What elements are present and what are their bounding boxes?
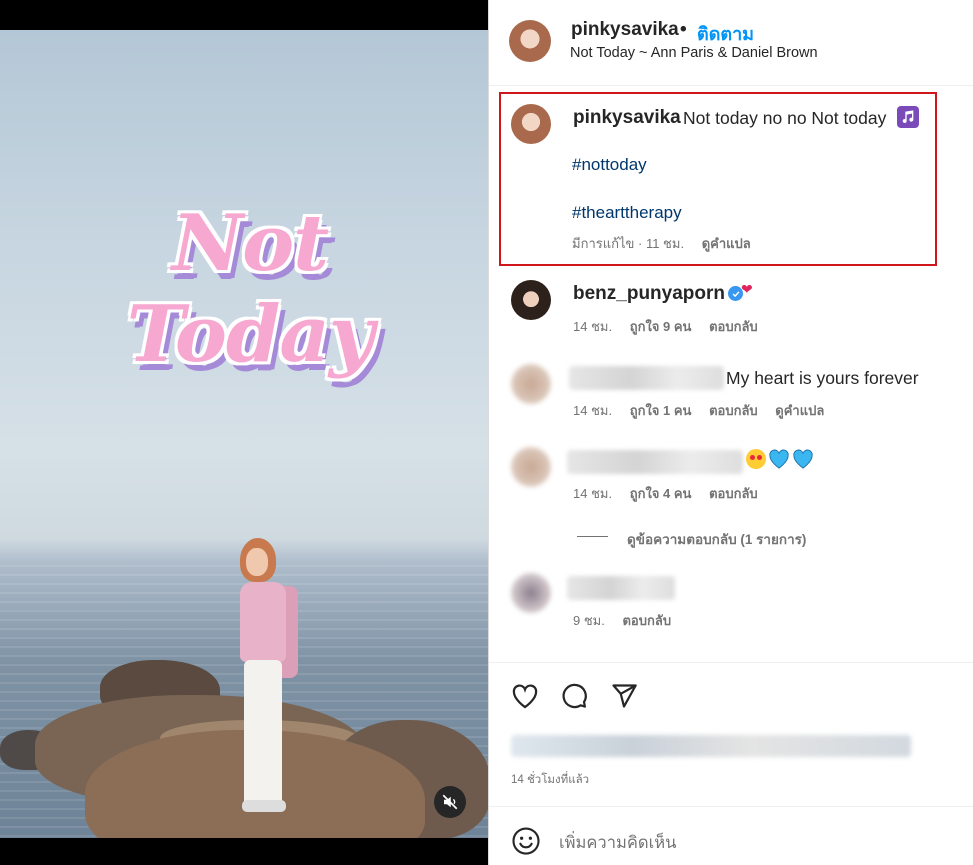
audio-track-link[interactable]: Not Today ~ Ann Paris & Daniel Brown: [570, 45, 818, 61]
comment-avatar[interactable]: [511, 447, 551, 487]
caption-edited-time: มีการแก้ไข · 11 ชม.: [572, 236, 685, 251]
smiley-icon: [512, 827, 540, 855]
actions-divider: [489, 662, 973, 663]
red-heart-icon: ❤: [741, 281, 753, 297]
header-divider: [489, 85, 973, 86]
video-title-overlay: Not Today: [126, 198, 375, 380]
reply-button[interactable]: ตอบกลับ: [709, 319, 758, 334]
speaker-muted-icon: [442, 794, 458, 810]
comment-avatar[interactable]: [511, 364, 551, 404]
comment-meta: 14 ชม. ถูกใจ 1 คน ตอบกลับ ดูคำแปล: [573, 400, 838, 421]
post-time: 14 ชั่วโมงที่แล้ว: [511, 774, 590, 786]
caption-avatar[interactable]: [511, 104, 551, 144]
share-button[interactable]: [609, 681, 639, 711]
reply-button[interactable]: ตอบกลับ: [709, 486, 758, 501]
comment-emoji: [746, 449, 814, 469]
blurred-username[interactable]: [567, 450, 743, 474]
comment-time: 14 ชม.: [573, 319, 613, 334]
blue-heart-icon: [793, 449, 813, 469]
comment-button[interactable]: [559, 681, 589, 711]
heart-eyes-emoji-icon: [746, 449, 766, 469]
heart-icon: [512, 684, 538, 709]
comment-time: 14 ชม.: [573, 486, 613, 501]
comment-likes[interactable]: ถูกใจ 1 คน: [630, 403, 692, 418]
video-frame: Not Today: [0, 30, 488, 838]
reply-button[interactable]: ตอบกลับ: [709, 403, 758, 418]
blue-heart-icon: [769, 449, 789, 469]
comment-input[interactable]: เพิ่มความคิดเห็น: [559, 830, 676, 856]
post-viewer: Not Today pinkysavika • ติดตาม Not Today…: [0, 0, 973, 865]
reply-button[interactable]: ตอบกลับ: [622, 613, 671, 628]
comment-likes[interactable]: ถูกใจ 9 คน: [630, 319, 692, 334]
follow-button[interactable]: ติดตาม: [697, 19, 754, 48]
caption-text: Not today no no Not today: [683, 108, 887, 128]
hashtag-link[interactable]: #nottoday: [572, 155, 647, 175]
comment-icon: [562, 683, 587, 709]
hashtag-link[interactable]: #thearttherapy: [572, 203, 682, 223]
translate-link[interactable]: ดูคำแปล: [702, 236, 751, 251]
mute-button[interactable]: [434, 786, 466, 818]
comment-text: My heart is yours forever: [726, 368, 919, 388]
comment-username[interactable]: benz_punyaporn: [573, 283, 725, 305]
author-username[interactable]: pinkysavika: [571, 19, 679, 41]
music-notes-icon: [897, 106, 919, 128]
translate-link[interactable]: ดูคำแปล: [775, 403, 824, 418]
comment-time: 9 ชม.: [573, 613, 605, 628]
comment-avatar[interactable]: [511, 573, 551, 613]
comment-likes[interactable]: ถูกใจ 4 คน: [630, 486, 692, 501]
like-button[interactable]: [510, 681, 540, 711]
comment-time: 14 ชม.: [573, 403, 613, 418]
replies-divider: [577, 536, 608, 537]
likes-summary[interactable]: [511, 735, 911, 757]
post-panel: pinkysavika • ติดตาม Not Today ~ Ann Par…: [488, 0, 973, 865]
comment-meta: 9 ชม. ตอบกลับ: [573, 610, 685, 631]
header-separator: •: [680, 19, 687, 40]
caption-username[interactable]: pinkysavika: [573, 107, 681, 129]
view-replies-button[interactable]: ดูข้อความตอบกลับ (1 รายการ): [627, 528, 806, 550]
woman-figure: [228, 538, 298, 818]
post-media[interactable]: Not Today: [0, 0, 488, 865]
comment-meta: 14 ชม. ถูกใจ 9 คน ตอบกลับ: [573, 316, 772, 337]
blurred-username[interactable]: [569, 366, 724, 390]
caption-meta: มีการแก้ไข · 11 ชม. ดูคำแปล: [572, 233, 765, 254]
emoji-button[interactable]: [511, 826, 541, 856]
blurred-username[interactable]: [567, 576, 675, 600]
comment-avatar[interactable]: [511, 280, 551, 320]
author-avatar[interactable]: [509, 20, 551, 62]
comment-meta: 14 ชม. ถูกใจ 4 คน ตอบกลับ: [573, 483, 772, 504]
input-divider: [489, 806, 973, 807]
share-icon: [612, 684, 637, 708]
